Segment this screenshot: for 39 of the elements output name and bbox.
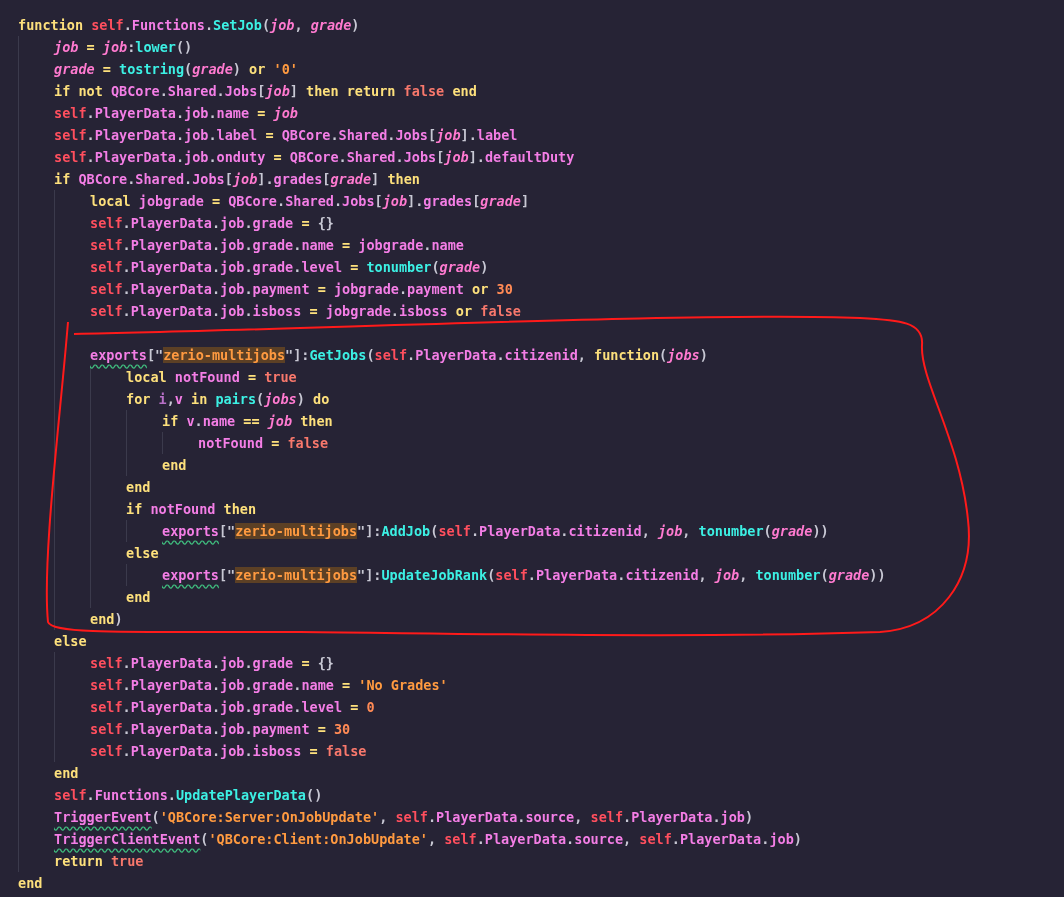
- code-line: self.PlayerData.job.isboss = false: [90, 742, 367, 761]
- code-line: exports["zerio-multijobs"]:UpdateJobRank(self.PlayerData.citizenid, job, tonumber(grade)): [162, 566, 886, 585]
- code-line: notFound = false: [198, 434, 329, 453]
- code-line: grade = tostring(grade) or '0': [54, 60, 298, 79]
- code-line: local notFound = true: [126, 368, 297, 387]
- code-line: TriggerEvent('QBCore:Server:OnJobUpdate', self.PlayerData.source, self.PlayerData.job): [54, 808, 754, 827]
- code-line: if notFound then: [126, 500, 257, 519]
- code-line: exports["zerio-multijobs"]:GetJobs(self.PlayerData.citizenid, function(jobs): [90, 346, 708, 365]
- code-line: if v.name == job then: [162, 412, 333, 431]
- code-line: end: [126, 588, 151, 607]
- code-line: self.Functions.UpdatePlayerData(): [54, 786, 323, 805]
- code-line: self.PlayerData.job.grade.name = jobgrade.name: [90, 236, 464, 255]
- code-line: if QBCore.Shared.Jobs[job].grades[grade] then: [54, 170, 420, 189]
- code-line: self.PlayerData.job.payment = jobgrade.payment or 30: [90, 280, 513, 299]
- code-line: job = job:lower(): [54, 38, 193, 57]
- code-line: self.PlayerData.job.onduty = QBCore.Shared.Jobs[job].defaultDuty: [54, 148, 575, 167]
- code-line: self.PlayerData.job.grade.level = tonumber(grade): [90, 258, 489, 277]
- code-line: if not QBCore.Shared.Jobs[job] then return false end: [54, 82, 477, 101]
- code-line: end: [54, 764, 79, 783]
- code-line: self.PlayerData.job.name = job: [54, 104, 298, 123]
- code-line: self.PlayerData.job.isboss = jobgrade.isboss or false: [90, 302, 521, 321]
- code-line: self.PlayerData.job.payment = 30: [90, 720, 351, 739]
- code-line: end: [18, 874, 43, 893]
- code-line: else: [54, 632, 87, 651]
- code-line: end: [162, 456, 187, 475]
- code-line: end: [126, 478, 151, 497]
- code-line: function self.Functions.SetJob(job, grade): [18, 16, 360, 35]
- code-line: TriggerClientEvent('QBCore:Client:OnJobUpdate', self.PlayerData.source, self.PlayerData.job): [54, 830, 802, 849]
- code-line: self.PlayerData.job.grade = {}: [90, 654, 334, 673]
- code-line: return true: [54, 852, 144, 871]
- code-line: self.PlayerData.job.grade.name = 'No Grades': [90, 676, 448, 695]
- code-line: local jobgrade = QBCore.Shared.Jobs[job].grades[grade]: [90, 192, 530, 211]
- code-line: self.PlayerData.job.grade.level = 0: [90, 698, 375, 717]
- code-line: self.PlayerData.job.grade = {}: [90, 214, 334, 233]
- code-line: end): [90, 610, 123, 629]
- code-line: self.PlayerData.job.label = QBCore.Shared.Jobs[job].label: [54, 126, 518, 145]
- code-line: else: [126, 544, 159, 563]
- code-line: for i,v in pairs(jobs) do: [126, 390, 330, 409]
- code-line: exports["zerio-multijobs"]:AddJob(self.PlayerData.citizenid, job, tonumber(grade)): [162, 522, 829, 541]
